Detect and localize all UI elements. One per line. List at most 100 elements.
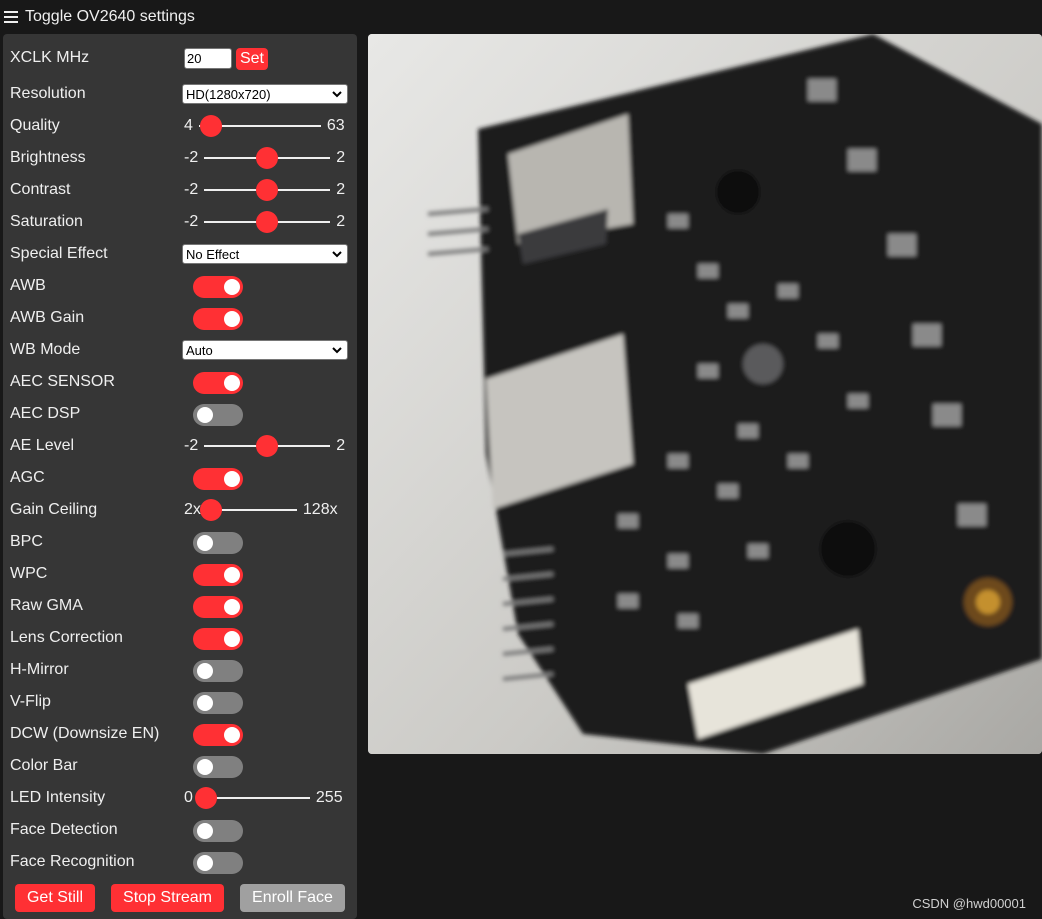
agc-toggle[interactable] (193, 468, 243, 490)
gain-ceiling-slider[interactable]: 2x 128x (184, 497, 338, 523)
hamburger-menu-icon[interactable] (4, 11, 18, 23)
quality-min: 4 (184, 117, 193, 134)
awb-gain-toggle[interactable] (193, 308, 243, 330)
awb-label: AWB (10, 277, 46, 294)
wb-mode-selected-value: Auto (186, 342, 213, 358)
awb-toggle[interactable] (193, 276, 243, 298)
resolution-selected-value: HD(1280x720) (186, 86, 271, 102)
aec-sensor-toggle[interactable] (193, 372, 243, 394)
brightness-thumb[interactable] (256, 147, 279, 169)
setting-row-lens-correction: Lens Correction (10, 625, 350, 651)
special-effect-select[interactable]: No Effect (182, 244, 348, 264)
toggle-knob (224, 311, 240, 327)
toggle-knob (224, 631, 240, 647)
led-intensity-label: LED Intensity (10, 789, 106, 806)
saturation-track[interactable] (204, 211, 331, 233)
camera-frame-image (368, 34, 1042, 754)
face-detection-toggle[interactable] (193, 820, 243, 842)
ae-level-min: -2 (184, 437, 199, 454)
toggle-knob (197, 855, 213, 871)
brightness-max: 2 (336, 149, 346, 166)
contrast-track[interactable] (204, 179, 331, 201)
h-mirror-toggle[interactable] (193, 660, 243, 682)
contrast-slider[interactable]: -2 2 (184, 177, 345, 203)
enroll-face-button[interactable]: Enroll Face (240, 884, 345, 912)
gain-ceiling-thumb[interactable] (199, 499, 222, 521)
led-intensity-slider[interactable]: 0 255 (184, 785, 343, 811)
toggle-settings-label[interactable]: Toggle OV2640 settings (25, 8, 195, 26)
chevron-down-icon (332, 347, 342, 354)
bpc-label: BPC (10, 533, 43, 550)
contrast-thumb[interactable] (256, 179, 279, 201)
setting-row-color-bar: Color Bar (10, 753, 350, 779)
toggle-knob (197, 663, 213, 679)
gain-ceiling-max: 128x (302, 501, 338, 518)
v-flip-toggle[interactable] (193, 692, 243, 714)
setting-row-resolution: Resolution HD(1280x720) (10, 81, 350, 107)
toggle-knob (197, 695, 213, 711)
ae-level-slider[interactable]: -2 2 (184, 433, 345, 459)
contrast-min: -2 (184, 181, 199, 198)
wb-mode-select[interactable]: Auto (182, 340, 348, 360)
toggle-knob (197, 407, 213, 423)
bpc-toggle[interactable] (193, 532, 243, 554)
gain-ceiling-min: 2x (184, 501, 201, 518)
quality-thumb[interactable] (200, 115, 223, 137)
dcw-toggle[interactable] (193, 724, 243, 746)
ae-level-track[interactable] (204, 435, 331, 457)
wpc-toggle[interactable] (193, 564, 243, 586)
quality-slider[interactable]: 4 63 (184, 113, 345, 139)
saturation-min: -2 (184, 213, 199, 230)
setting-row-wb-mode: WB Mode Auto (10, 337, 350, 363)
quality-track[interactable] (198, 115, 321, 137)
ae-level-thumb[interactable] (256, 435, 279, 457)
special-effect-selected-value: No Effect (186, 246, 240, 262)
face-recognition-toggle[interactable] (193, 852, 243, 874)
lens-correction-toggle[interactable] (193, 628, 243, 650)
saturation-max: 2 (336, 213, 346, 230)
led-intensity-min: 0 (184, 789, 193, 806)
lens-correction-label: Lens Correction (10, 629, 123, 646)
setting-row-wpc: WPC (10, 561, 350, 587)
setting-row-dcw: DCW (Downsize EN) (10, 721, 350, 747)
watermark-text: CSDN @hwd00001 (912, 896, 1026, 911)
toggle-knob (197, 759, 213, 775)
get-still-button[interactable]: Get Still (15, 884, 95, 912)
setting-row-v-flip: V-Flip (10, 689, 350, 715)
toggle-knob (224, 279, 240, 295)
camera-stream-view (368, 34, 1042, 754)
setting-row-led-intensity: LED Intensity 0 255 (10, 785, 350, 811)
toggle-knob (197, 823, 213, 839)
raw-gma-toggle[interactable] (193, 596, 243, 618)
setting-row-awb-gain: AWB Gain (10, 305, 350, 331)
xclk-input[interactable]: 20 (184, 48, 232, 69)
setting-row-agc: AGC (10, 465, 350, 491)
toggle-knob (224, 567, 240, 583)
led-intensity-thumb[interactable] (194, 787, 217, 809)
brightness-slider[interactable]: -2 2 (184, 145, 345, 171)
brightness-track[interactable] (204, 147, 331, 169)
saturation-slider[interactable]: -2 2 (184, 209, 345, 235)
face-detection-label: Face Detection (10, 821, 118, 838)
color-bar-toggle[interactable] (193, 756, 243, 778)
toggle-knob (224, 471, 240, 487)
toggle-knob (224, 599, 240, 615)
wpc-label: WPC (10, 565, 48, 582)
raw-gma-label: Raw GMA (10, 597, 83, 614)
resolution-label: Resolution (10, 85, 86, 102)
quality-label: Quality (10, 117, 60, 134)
setting-row-raw-gma: Raw GMA (10, 593, 350, 619)
aec-dsp-toggle[interactable] (193, 404, 243, 426)
setting-row-face-recognition: Face Recognition (10, 849, 350, 875)
chevron-down-icon (332, 91, 342, 98)
gain-ceiling-track[interactable] (199, 499, 297, 521)
ae-level-label: AE Level (10, 437, 75, 454)
saturation-thumb[interactable] (256, 211, 279, 233)
stop-stream-button[interactable]: Stop Stream (111, 884, 224, 912)
resolution-select[interactable]: HD(1280x720) (182, 84, 348, 104)
dcw-label: DCW (Downsize EN) (10, 725, 160, 742)
contrast-max: 2 (336, 181, 346, 198)
xclk-set-button[interactable]: Set (236, 48, 268, 70)
led-intensity-track[interactable] (194, 787, 310, 809)
chevron-down-icon (332, 251, 342, 258)
